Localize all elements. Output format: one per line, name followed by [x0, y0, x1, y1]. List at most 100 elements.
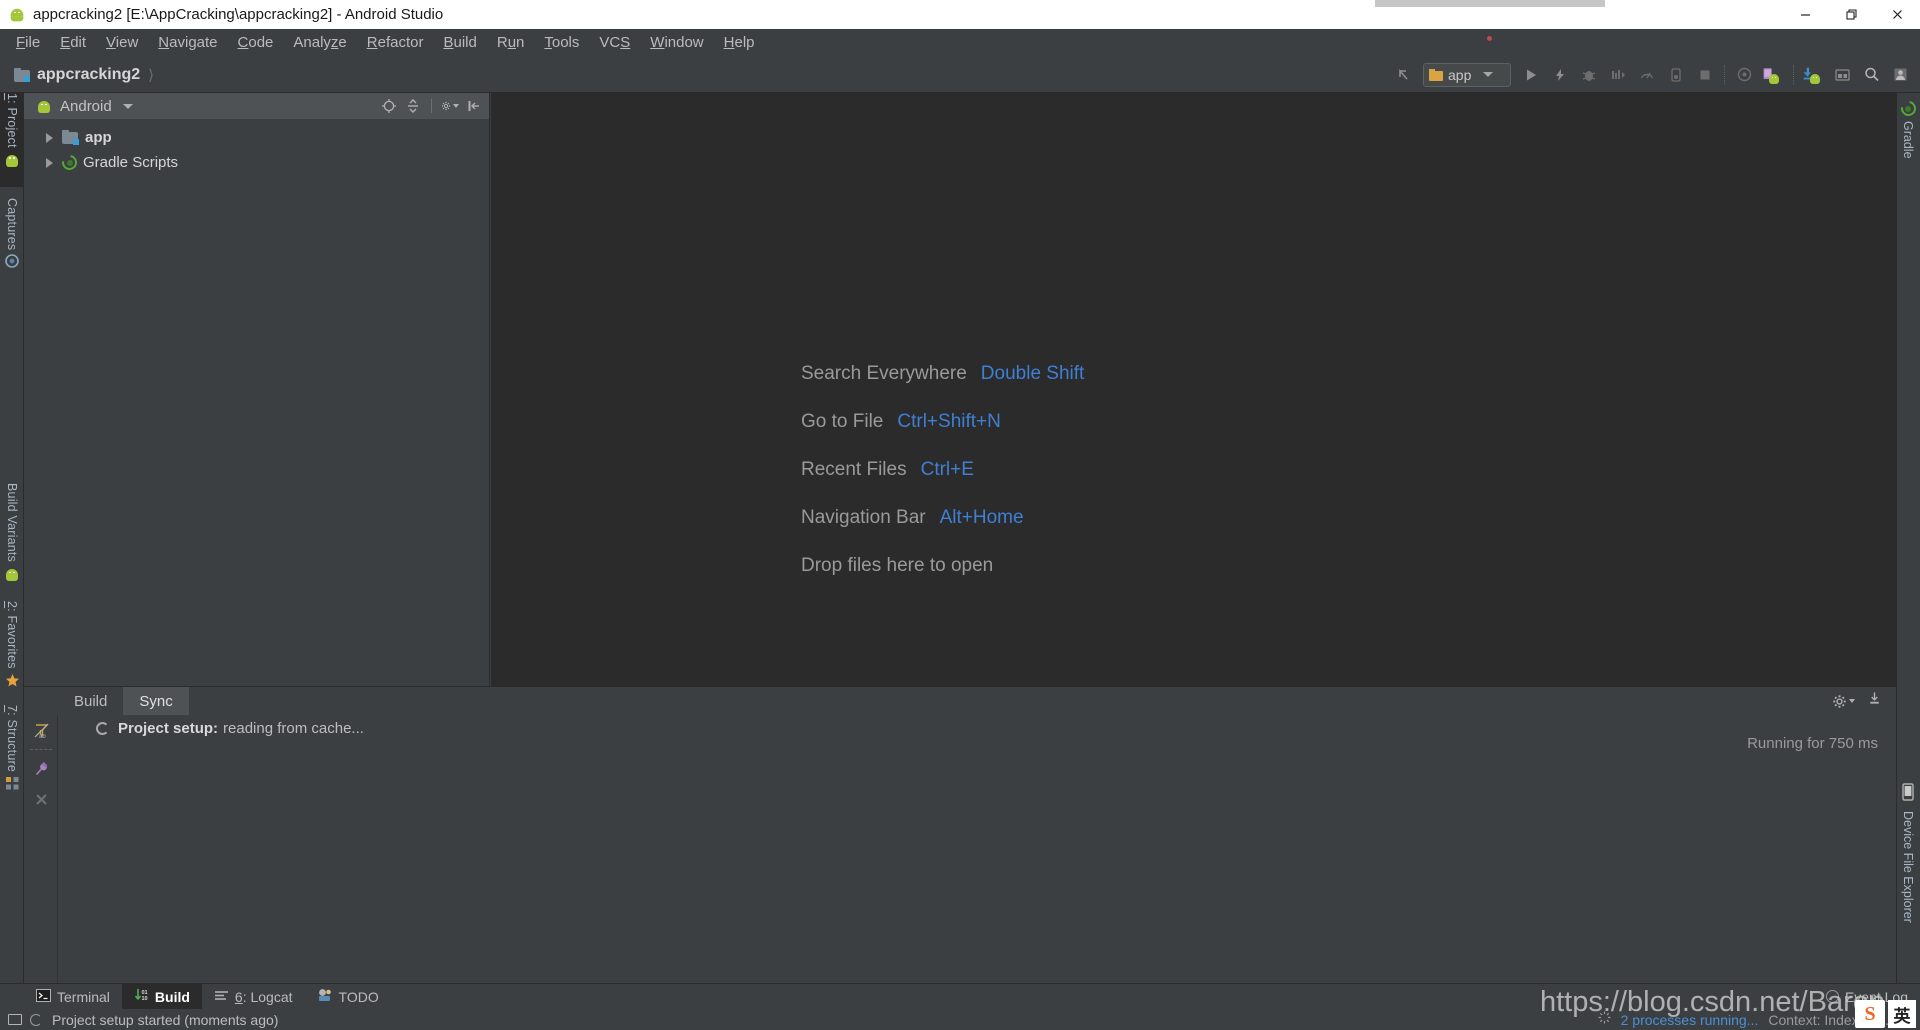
bottom-item-build[interactable]: 01 10 Build	[121, 984, 202, 1009]
run-config-module-icon	[1429, 68, 1443, 81]
gauge-icon[interactable]	[1633, 61, 1660, 88]
build-tool-window: Build Sync ab Project setup: reading fro…	[24, 686, 1896, 984]
project-tool-window: Android app Gradle Scripts	[24, 93, 490, 686]
bottom-item-todo[interactable]: TODO	[305, 984, 391, 1009]
run-configuration-selector[interactable]: app	[1423, 62, 1511, 87]
bottom-item-todo-label: TODO	[338, 988, 379, 1005]
lightning-icon[interactable]	[1546, 61, 1573, 88]
chevron-right-icon[interactable]	[46, 157, 53, 168]
android-studio-window: appcracking2 [E:\AppCracking\appcracking…	[0, 0, 1920, 1030]
tab-sync[interactable]: Sync	[123, 687, 189, 715]
android-icon	[36, 98, 52, 114]
search-icon[interactable]	[1858, 61, 1885, 88]
panel-tools-divider	[431, 99, 432, 113]
welcome-shortcut-label: Double Shift	[980, 363, 1085, 384]
sidebar-item-build-variants[interactable]: Build Variants	[0, 483, 24, 591]
build-window-tabs: Build Sync	[24, 687, 1896, 715]
tree-node-app[interactable]: app	[24, 125, 489, 150]
window-title: appcracking2 [E:\AppCracking\appcracking…	[33, 6, 444, 23]
tab-build[interactable]: Build	[58, 687, 123, 715]
sidebar-item-build-variants-label: Build Variants	[5, 483, 19, 562]
menu-help[interactable]: Help	[714, 31, 765, 55]
locate-icon[interactable]	[380, 97, 398, 115]
bottom-item-logcat[interactable]: 6: Logcat	[202, 984, 305, 1009]
gradle-icon	[59, 152, 80, 173]
hide-panel-icon[interactable]	[465, 97, 483, 115]
welcome-shortcut-label: Ctrl+E	[920, 459, 974, 480]
left-tool-window-bar: 1: Project Captures Build Variants 2: Fa…	[0, 93, 24, 983]
sidebar-item-gradle[interactable]: Gradle	[1896, 98, 1920, 181]
sidebar-item-project-label: 1: Project	[5, 93, 19, 148]
bottom-item-terminal-label: Terminal	[57, 988, 110, 1005]
collapse-all-icon[interactable]	[404, 97, 422, 115]
sidebar-item-gradle-label: Gradle	[1901, 121, 1915, 159]
android-icon	[4, 152, 20, 168]
ime-language-badge: 英	[1888, 1000, 1916, 1028]
tree-node-app-label: app	[85, 129, 112, 146]
build-log-entry-title: Project setup:	[118, 719, 219, 737]
stop-icon[interactable]	[1691, 61, 1718, 88]
toolbar-separator-2	[1793, 64, 1794, 85]
welcome-row-recent-files: Recent Files Ctrl+E	[801, 459, 1084, 481]
overlay-strip	[1375, 0, 1605, 7]
filter-icon[interactable]: ab	[24, 715, 58, 745]
welcome-action-label: Navigation Bar	[801, 507, 926, 528]
breadcrumb[interactable]: appcracking2 ⟩	[0, 66, 154, 84]
back-arrow-icon[interactable]	[1390, 61, 1417, 88]
status-bar-message: Project setup started (moments ago)	[52, 1011, 279, 1028]
close-button[interactable]	[1874, 0, 1920, 29]
sidebar-item-project[interactable]: 1: Project	[0, 93, 24, 187]
editor-area[interactable]: Search Everywhere Double Shift Go to Fil…	[491, 93, 1896, 686]
chevron-right-icon[interactable]	[46, 132, 53, 143]
attach-debugger-icon[interactable]	[1662, 61, 1689, 88]
menu-window[interactable]: Window	[640, 31, 713, 55]
structure-icon	[5, 776, 20, 796]
pin-icon[interactable]	[24, 754, 58, 784]
menu-build[interactable]: Build	[433, 31, 486, 55]
menu-analyze[interactable]: Analyze	[283, 31, 356, 55]
menu-code[interactable]: Code	[228, 31, 284, 55]
sidebar-item-structure[interactable]: 7: Structure	[0, 705, 24, 800]
welcome-action-label: Drop files here to open	[801, 555, 994, 576]
menu-file[interactable]: File	[6, 31, 50, 55]
build-window-gutter: ab	[24, 715, 58, 984]
project-folder-icon	[14, 67, 30, 82]
minimize-button[interactable]	[1782, 0, 1828, 29]
project-structure-icon[interactable]	[1829, 61, 1856, 88]
user-icon[interactable]	[1887, 61, 1914, 88]
menu-vcs[interactable]: VCS	[589, 31, 640, 55]
project-tree: app Gradle Scripts	[24, 119, 489, 175]
menu-navigate[interactable]: Navigate	[148, 31, 227, 55]
status-bar-processes[interactable]: 2 processes running...	[1621, 1012, 1759, 1028]
ime-sogou-badge: S	[1855, 1000, 1885, 1028]
menu-edit[interactable]: Edit	[50, 31, 96, 55]
debug-icon[interactable]	[1575, 61, 1602, 88]
bottom-item-terminal[interactable]: Terminal	[24, 984, 122, 1009]
welcome-hints: Search Everywhere Double Shift Go to Fil…	[801, 363, 1084, 577]
chevron-down-icon[interactable]	[122, 103, 133, 109]
sdk-manager-icon[interactable]	[1800, 61, 1827, 88]
profile-icon[interactable]	[1604, 61, 1631, 88]
captures-icon	[5, 254, 19, 273]
settings-gear-icon[interactable]	[1832, 694, 1855, 709]
export-icon[interactable]	[1867, 691, 1882, 711]
menu-refactor[interactable]: Refactor	[357, 31, 434, 55]
status-bar: Project setup started (moments ago) 2 pr…	[0, 1009, 1920, 1030]
menu-run[interactable]: Run	[487, 31, 535, 55]
sync-gradle-icon[interactable]	[1731, 61, 1758, 88]
run-icon[interactable]	[1517, 61, 1544, 88]
settings-gear-icon[interactable]	[441, 97, 459, 115]
sidebar-item-captures[interactable]: Captures	[0, 198, 24, 288]
maximize-restore-button[interactable]	[1828, 0, 1874, 29]
menu-view[interactable]: View	[96, 31, 148, 55]
ime-sogou-label: S	[1864, 1002, 1876, 1025]
avd-manager-icon[interactable]	[1760, 61, 1787, 88]
build-log-entry[interactable]: Project setup: reading from cache...	[58, 715, 1896, 741]
tree-node-gradle-scripts[interactable]: Gradle Scripts	[24, 150, 489, 175]
close-icon[interactable]	[24, 784, 58, 814]
svg-text:10: 10	[141, 996, 147, 1002]
sidebar-item-favorites[interactable]: 2: Favorites	[0, 601, 24, 696]
memory-monitor-icon[interactable]	[8, 1014, 22, 1025]
menu-tools[interactable]: Tools	[534, 31, 589, 55]
sidebar-item-device-file-explorer[interactable]: Device File Explorer	[1896, 783, 1920, 938]
